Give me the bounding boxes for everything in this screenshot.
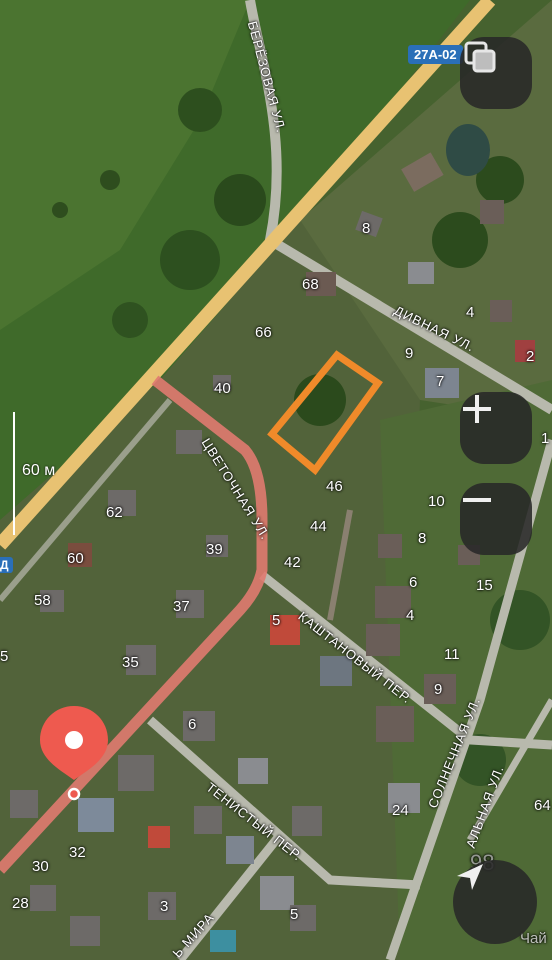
minus-icon: [463, 498, 491, 502]
house-number: 46: [326, 478, 343, 495]
house-number: 40: [214, 380, 231, 397]
house-number: 68: [302, 276, 319, 293]
house-number: 39: [206, 541, 223, 558]
house-number: 30: [32, 858, 49, 875]
house-number: 24: [392, 802, 409, 819]
house-number: 11: [444, 646, 460, 663]
house-number: 28: [12, 895, 29, 912]
house-number: 7: [436, 373, 445, 390]
house-number: 5: [272, 612, 281, 629]
house-number: 35: [122, 654, 139, 671]
satellite-imagery: [0, 0, 552, 960]
house-number: 1: [541, 430, 550, 447]
house-number: 60: [67, 550, 84, 567]
zoom-out-button[interactable]: [460, 483, 532, 555]
house-number: 15: [476, 577, 493, 594]
house-number: 3: [160, 898, 169, 915]
plus-icon: [463, 395, 491, 423]
house-number-edge: 5: [0, 648, 9, 665]
attribution-text: Чай: [520, 930, 547, 947]
scale-label: 60 м: [22, 462, 56, 479]
house-number: 32: [69, 844, 86, 861]
house-number: 9: [434, 681, 443, 698]
house-number: 6: [409, 574, 418, 591]
location-pin[interactable]: [38, 704, 110, 804]
map-view[interactable]: 27A-02 60 м Д БЕРЁЗОВАЯ УЛ. ДИВНАЯ УЛ. Ц…: [0, 0, 552, 960]
house-number: 37: [173, 598, 190, 615]
house-number: 44: [310, 518, 327, 535]
house-number: 8: [362, 220, 371, 237]
house-number: 2: [526, 348, 535, 365]
house-number: 42: [284, 554, 301, 571]
zoom-in-button[interactable]: [460, 392, 532, 464]
layers-button[interactable]: [460, 37, 532, 109]
navigation-arrow-icon: [457, 864, 483, 890]
house-number: 10: [428, 493, 445, 510]
layers-icon: [464, 41, 496, 73]
road-number-badge: 27A-02: [408, 45, 463, 64]
house-number: 8: [418, 530, 427, 547]
house-number: 58: [34, 592, 51, 609]
house-number: 66: [255, 324, 272, 341]
location-pin-icon: [40, 706, 108, 801]
house-number: 5: [290, 906, 299, 923]
house-number: 4: [466, 304, 475, 321]
house-number: 9: [405, 345, 414, 362]
house-number: 64: [534, 797, 551, 814]
house-number: 62: [106, 504, 123, 521]
house-number: 4: [406, 607, 415, 624]
house-number: 6: [188, 716, 197, 733]
road-edge-badge: Д: [0, 557, 13, 573]
my-location-button[interactable]: [453, 860, 537, 944]
